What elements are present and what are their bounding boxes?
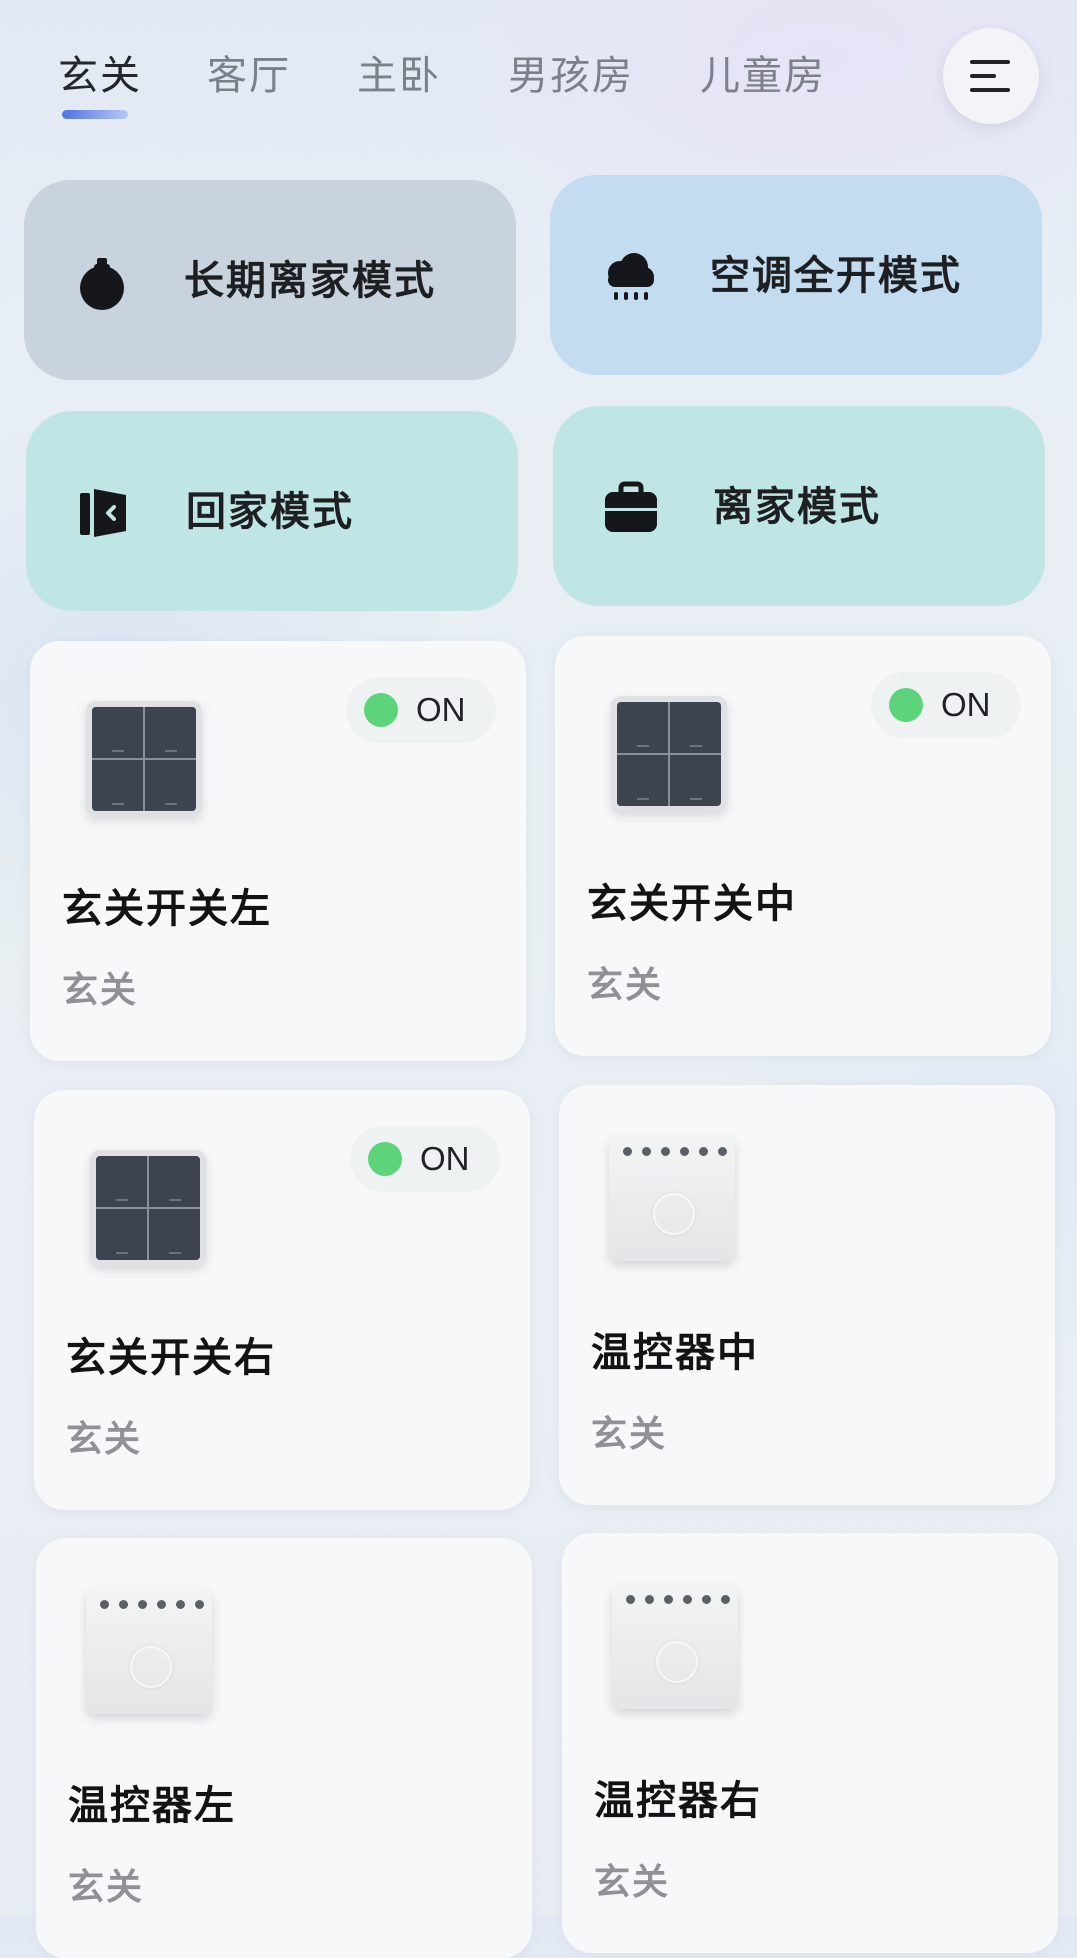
status-text: ON: [416, 691, 466, 728]
device-room: 玄关: [594, 1862, 671, 1903]
device-name: 玄关开关中: [587, 881, 797, 927]
device-card-thermostat-middle[interactable]: 温控器中 玄关: [559, 1085, 1055, 1505]
scene-label: 回家模式: [186, 489, 354, 535]
device-room: 玄关: [587, 965, 664, 1006]
status-dot: [368, 1142, 402, 1176]
scene-label: 空调全开模式: [710, 253, 962, 299]
scene-away-mode[interactable]: 离家模式: [553, 406, 1045, 606]
thermostat-icon: [609, 1135, 735, 1261]
device-name: 温控器右: [594, 1778, 762, 1824]
device-card-entrance-switch-right[interactable]: ON 玄关开关右 玄关: [34, 1090, 530, 1510]
menu-button[interactable]: [943, 28, 1039, 124]
menu-icon: [970, 60, 1010, 64]
thermostat-icon: [86, 1588, 212, 1714]
bell-icon: [80, 258, 124, 310]
door-enter-icon: [80, 489, 126, 537]
device-card-entrance-switch-left[interactable]: ON 玄关开关左 玄关: [30, 641, 526, 1061]
active-tab-indicator: [62, 110, 128, 119]
tab-kids-room[interactable]: 儿童房: [700, 48, 826, 104]
scene-home-mode[interactable]: 回家模式: [26, 411, 518, 611]
status-dot: [364, 693, 398, 727]
status-text: ON: [420, 1140, 470, 1177]
device-name: 玄关开关右: [66, 1335, 276, 1381]
cloud-rain-icon: [608, 253, 654, 300]
room-tab-bar: 玄关 客厅 主卧 男孩房 儿童房: [0, 0, 1077, 140]
device-card-thermostat-left[interactable]: 温控器左 玄关: [36, 1538, 532, 1958]
device-room: 玄关: [68, 1867, 145, 1908]
device-card-thermostat-right[interactable]: 温控器右 玄关: [562, 1533, 1058, 1953]
status-toggle[interactable]: ON: [871, 672, 1021, 738]
scene-label: 离家模式: [713, 484, 881, 530]
thermostat-icon: [612, 1583, 738, 1709]
switch-panel-icon: [611, 696, 727, 812]
status-dot: [889, 688, 923, 722]
tab-boys-room[interactable]: 男孩房: [508, 48, 634, 104]
scene-label: 长期离家模式: [184, 258, 436, 304]
device-name: 玄关开关左: [62, 886, 272, 932]
scene-long-away-mode[interactable]: 长期离家模式: [24, 180, 516, 380]
menu-icon-line: [970, 74, 996, 78]
menu-icon-line: [970, 88, 1010, 92]
status-toggle[interactable]: ON: [346, 677, 496, 743]
status-text: ON: [941, 686, 991, 723]
device-room: 玄关: [62, 970, 139, 1011]
switch-panel-icon: [90, 1150, 206, 1266]
device-name: 温控器左: [68, 1783, 236, 1829]
device-room: 玄关: [66, 1419, 143, 1460]
status-toggle[interactable]: ON: [350, 1126, 500, 1192]
device-room: 玄关: [591, 1414, 668, 1455]
scene-ac-all-on-mode[interactable]: 空调全开模式: [550, 175, 1042, 375]
briefcase-icon: [605, 481, 657, 532]
device-name: 温控器中: [591, 1330, 759, 1376]
switch-panel-icon: [86, 701, 202, 817]
tab-master-bedroom[interactable]: 主卧: [357, 48, 441, 104]
device-card-entrance-switch-middle[interactable]: ON 玄关开关中 玄关: [555, 636, 1051, 1056]
tab-entrance[interactable]: 玄关: [58, 48, 142, 104]
tab-living-room[interactable]: 客厅: [207, 48, 291, 104]
